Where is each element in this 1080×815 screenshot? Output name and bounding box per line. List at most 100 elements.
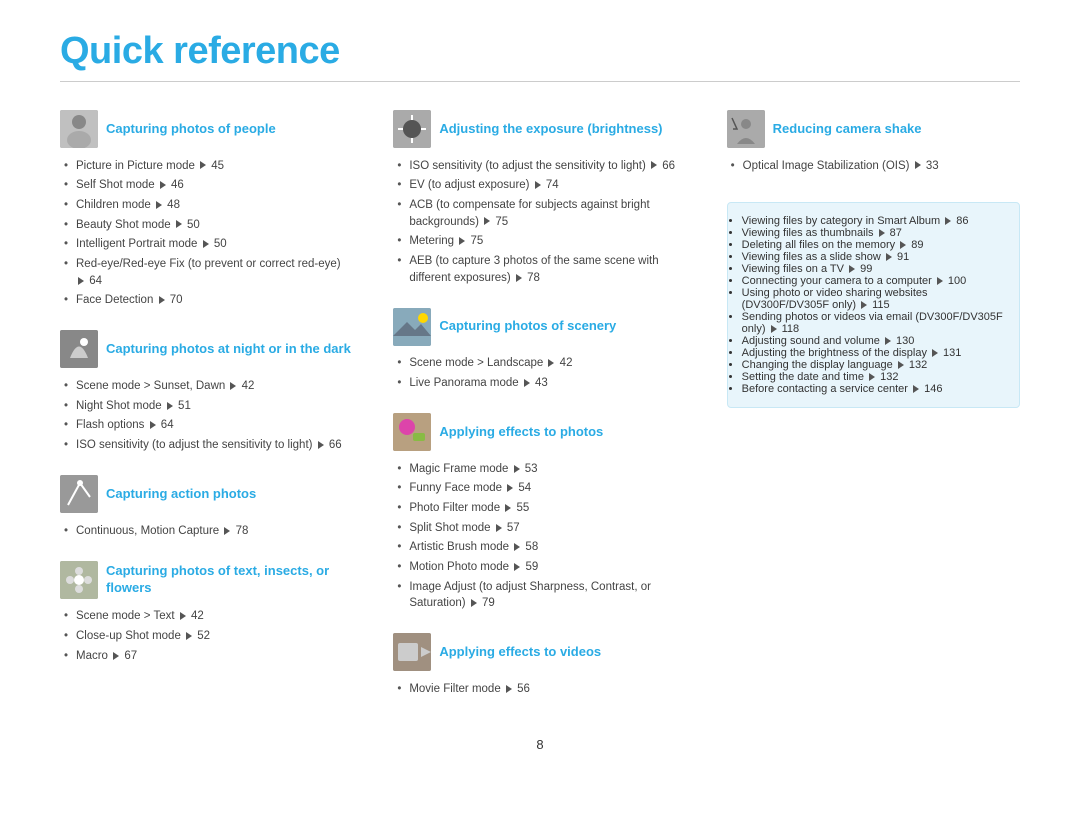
list-item: Optical Image Stabilization (OIS) 33 (731, 156, 1020, 176)
list-item: Live Panorama mode 43 (397, 373, 686, 393)
section-icon-night (60, 330, 98, 368)
list-item: Changing the display language 132 (742, 359, 1005, 371)
list-item: Beauty Shot mode 50 (64, 215, 353, 235)
list-item: Self Shot mode 46 (64, 176, 353, 196)
section-list-action: Continuous, Motion Capture 78 (64, 521, 353, 541)
list-item: Viewing files by category in Smart Album… (742, 215, 1005, 227)
scenery-icon (393, 308, 431, 346)
list-item: Metering 75 (397, 232, 686, 252)
person-icon (60, 110, 98, 148)
list-item: Children mode 48 (64, 195, 353, 215)
section-header-people: Capturing photos of people (60, 110, 353, 148)
list-item: Split Shot mode 57 (397, 518, 686, 538)
section-action: Capturing action photos Continuous, Moti… (60, 475, 353, 541)
list-item: Scene mode > Landscape 42 (397, 354, 686, 374)
list-item: ISO sensitivity (to adjust the sensitivi… (397, 156, 686, 176)
section-header-night: Capturing photos at night or in the dark (60, 330, 353, 368)
section-icon-video-effects (393, 633, 431, 671)
section-title-effects: Applying effects to photos (439, 424, 603, 441)
section-icon-text (60, 561, 98, 599)
section-list-exposure: ISO sensitivity (to adjust the sensitivi… (397, 156, 686, 288)
title-divider (60, 81, 1020, 82)
list-item: Using photo or video sharing websites (D… (742, 287, 1005, 311)
list-item: Night Shot mode 51 (64, 396, 353, 416)
section-exposure: Adjusting the exposure (brightness) ISO … (393, 110, 686, 288)
section-title-people: Capturing photos of people (106, 121, 276, 138)
info-box-list: Viewing files by category in Smart Album… (742, 215, 1005, 395)
section-icon-shake (727, 110, 765, 148)
exposure-icon (393, 110, 431, 148)
section-icon-people (60, 110, 98, 148)
section-people: Capturing photos of people Picture in Pi… (60, 110, 353, 310)
section-title-exposure: Adjusting the exposure (brightness) (439, 121, 662, 138)
section-header-video-effects: Applying effects to videos (393, 633, 686, 671)
list-item: Motion Photo mode 59 (397, 557, 686, 577)
list-item: Movie Filter mode 56 (397, 679, 686, 699)
column-1: Capturing photos of people Picture in Pi… (60, 110, 353, 719)
column-2: Adjusting the exposure (brightness) ISO … (393, 110, 686, 719)
section-title-night: Capturing photos at night or in the dark (106, 341, 351, 358)
info-box: Viewing files by category in Smart Album… (727, 202, 1020, 408)
flower-icon (60, 561, 98, 599)
list-item: Intelligent Portrait mode 50 (64, 235, 353, 255)
list-item: Face Detection 70 (64, 291, 353, 311)
list-item: Artistic Brush mode 58 (397, 538, 686, 558)
section-header-exposure: Adjusting the exposure (brightness) (393, 110, 686, 148)
list-item: Photo Filter mode 55 (397, 498, 686, 518)
section-title-text: Capturing photos of text, insects, or fl… (106, 563, 353, 597)
page-number: 8 (60, 737, 1020, 752)
section-list-people: Picture in Picture mode 45Self Shot mode… (64, 156, 353, 310)
section-list-text: Scene mode > Text 42Close-up Shot mode 5… (64, 607, 353, 666)
action-icon (60, 475, 98, 513)
list-item: Macro 67 (64, 646, 353, 666)
section-icon-exposure (393, 110, 431, 148)
list-item: Image Adjust (to adjust Sharpness, Contr… (397, 577, 686, 613)
section-list-video-effects: Movie Filter mode 56 (397, 679, 686, 699)
section-list-scenery: Scene mode > Landscape 42Live Panorama m… (397, 354, 686, 393)
section-title-shake: Reducing camera shake (773, 121, 922, 138)
list-item: Connecting your camera to a computer 100 (742, 275, 1005, 287)
list-item: Viewing files as thumbnails 87 (742, 227, 1005, 239)
section-header-effects: Applying effects to photos (393, 413, 686, 451)
list-item: Continuous, Motion Capture 78 (64, 521, 353, 541)
list-item: Flash options 64 (64, 416, 353, 436)
list-item: Adjusting the brightness of the display … (742, 347, 1005, 359)
section-title-action: Capturing action photos (106, 486, 256, 503)
column-3: Reducing camera shake Optical Image Stab… (727, 110, 1020, 719)
list-item: ACB (to compensate for subjects against … (397, 195, 686, 231)
list-item: Scene mode > Text 42 (64, 607, 353, 627)
list-item: Funny Face mode 54 (397, 479, 686, 499)
list-item: Deleting all files on the memory 89 (742, 239, 1005, 251)
content-grid: Capturing photos of people Picture in Pi… (60, 110, 1020, 719)
section-list-night: Scene mode > Sunset, Dawn 42Night Shot m… (64, 376, 353, 455)
section-header-shake: Reducing camera shake (727, 110, 1020, 148)
list-item: Viewing files as a slide show 91 (742, 251, 1005, 263)
night-icon (60, 330, 98, 368)
list-item: Adjusting sound and volume 130 (742, 335, 1005, 347)
list-item: Scene mode > Sunset, Dawn 42 (64, 376, 353, 396)
section-header-scenery: Capturing photos of scenery (393, 308, 686, 346)
section-text: Capturing photos of text, insects, or fl… (60, 561, 353, 666)
list-item: Picture in Picture mode 45 (64, 156, 353, 176)
section-list-shake: Optical Image Stabilization (OIS) 33 (731, 156, 1020, 176)
video-icon (393, 633, 431, 671)
section-effects: Applying effects to photos Magic Frame m… (393, 413, 686, 613)
section-header-action: Capturing action photos (60, 475, 353, 513)
list-item: ISO sensitivity (to adjust the sensitivi… (64, 435, 353, 455)
section-icon-effects (393, 413, 431, 451)
list-item: Sending photos or videos via email (DV30… (742, 311, 1005, 335)
section-title-video-effects: Applying effects to videos (439, 644, 601, 661)
page-title: Quick reference (60, 30, 1020, 73)
section-video-effects: Applying effects to videos Movie Filter … (393, 633, 686, 699)
section-shake: Reducing camera shake Optical Image Stab… (727, 110, 1020, 176)
list-item: Magic Frame mode 53 (397, 459, 686, 479)
section-icon-scenery (393, 308, 431, 346)
section-night: Capturing photos at night or in the dark… (60, 330, 353, 455)
list-item: EV (to adjust exposure) 74 (397, 176, 686, 196)
list-item: Red-eye/Red-eye Fix (to prevent or corre… (64, 254, 353, 290)
section-icon-action (60, 475, 98, 513)
list-item: Close-up Shot mode 52 (64, 626, 353, 646)
section-header-text: Capturing photos of text, insects, or fl… (60, 561, 353, 599)
section-list-effects: Magic Frame mode 53Funny Face mode 54Pho… (397, 459, 686, 613)
list-item: Before contacting a service center 146 (742, 383, 1005, 395)
